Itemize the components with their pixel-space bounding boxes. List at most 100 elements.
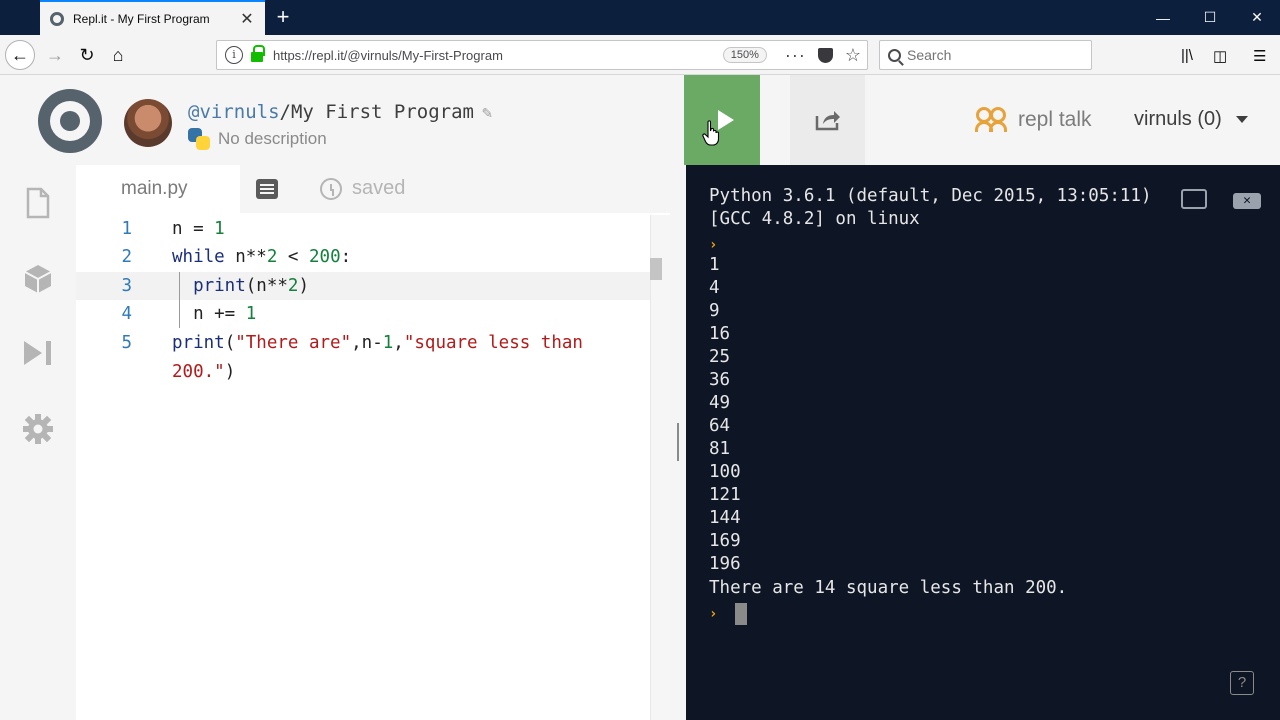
console-output-line: 25: [709, 347, 731, 367]
back-arrow-icon[interactable]: ←: [5, 40, 35, 70]
library-icon[interactable]: ||\: [1181, 47, 1193, 64]
code-line-active[interactable]: 3 print(n**2): [76, 272, 650, 300]
line-number: 4: [121, 304, 132, 324]
code-line-text: while n**2 < 200:: [172, 247, 352, 267]
console-prompt-icon: ›: [709, 606, 718, 622]
avatar[interactable]: [124, 99, 172, 147]
console-banner-line: [GCC 4.8.2] on linux: [709, 209, 920, 229]
reload-icon[interactable]: ↻: [72, 40, 102, 70]
run-button[interactable]: [684, 75, 760, 165]
resize-grip[interactable]: [677, 423, 679, 461]
tab-close-icon[interactable]: ✕: [239, 9, 255, 29]
browser-navbar: ← → ↻ ⌂ i https://repl.it/@virnuls/My-Fi…: [0, 35, 1280, 75]
code-line-text: print(n**2): [193, 276, 310, 296]
tab-title: Repl.it - My First Program: [73, 11, 210, 26]
console-output-line: 1: [709, 255, 720, 275]
line-number: 3: [121, 276, 132, 296]
console-output-line: 49: [709, 393, 731, 413]
home-icon[interactable]: ⌂: [103, 40, 133, 70]
url-text[interactable]: https://repl.it/@virnuls/My-First-Progra…: [273, 48, 723, 63]
console-output-line: 64: [709, 416, 731, 436]
format-icon[interactable]: [256, 179, 278, 199]
console-input-cursor[interactable]: [735, 603, 747, 625]
console-banner-line: Python 3.6.1 (default, Dec 2015, 13:05:1…: [709, 186, 1152, 206]
line-number: 1: [121, 219, 132, 239]
menu-hamburger-icon[interactable]: ☰: [1253, 47, 1266, 65]
pencil-icon[interactable]: ✎: [482, 103, 492, 123]
forward-arrow-icon[interactable]: →: [40, 40, 70, 70]
close-window-icon[interactable]: ✕: [1234, 0, 1280, 35]
repl-logo-icon[interactable]: [38, 89, 102, 153]
share-icon: [815, 111, 840, 131]
share-button[interactable]: [790, 75, 865, 165]
new-tab-button[interactable]: +: [272, 5, 294, 29]
chevron-down-icon: [1235, 116, 1248, 123]
files-icon[interactable]: [22, 187, 54, 219]
code-line[interactable]: 4 n += 1: [76, 300, 650, 328]
code-line-text: n = 1: [172, 219, 225, 239]
file-tab-main-py[interactable]: main.py: [76, 165, 240, 213]
code-line[interactable]: 1 n = 1: [76, 215, 650, 243]
run-icon: [718, 110, 734, 130]
zoom-level-badge[interactable]: 150%: [722, 47, 767, 63]
code-editor-pane: main.py saved 1 n = 1 2 while n**2 < 200…: [76, 165, 670, 720]
left-sidebar: [0, 165, 76, 720]
code-line[interactable]: 2 while n**2 < 200:: [76, 243, 650, 271]
history-icon[interactable]: [320, 177, 342, 200]
repl-talk-icon: [975, 107, 1009, 133]
repl-header: @virnuls/My First Program ✎ No descriptio…: [0, 75, 1280, 165]
console-pane[interactable]: Python 3.6.1 (default, Dec 2015, 13:05:1…: [686, 165, 1280, 720]
page-actions-icon[interactable]: ···: [785, 46, 806, 64]
python-icon: [188, 128, 210, 150]
minimize-window-icon[interactable]: —: [1140, 0, 1186, 35]
repl-talk-link[interactable]: repl talk: [975, 107, 1092, 133]
code-line-text: n += 1: [172, 304, 257, 324]
editor-scrollbar-thumb[interactable]: [650, 258, 662, 280]
project-description: No description: [188, 128, 327, 150]
console-output-line: 16: [709, 324, 731, 344]
console-output-line: 121: [709, 485, 741, 505]
mouse-pointer-hand-icon: [702, 120, 720, 146]
user-menu-dropdown[interactable]: virnuls (0): [1134, 108, 1248, 131]
code-area[interactable]: 1 n = 1 2 while n**2 < 200: 3 print(n**2…: [76, 215, 650, 720]
browser-titlebar: Repl.it - My First Program ✕ + — ☐ ✕: [0, 0, 1280, 35]
sidebar-toggle-icon[interactable]: ◫: [1213, 47, 1227, 65]
console-output-line: There are 14 square less than 200.: [709, 578, 1068, 598]
line-number: 2: [121, 247, 132, 267]
code-line[interactable]: 5 print("There are",n-1,"square less tha…: [76, 329, 650, 357]
line-number: 5: [121, 333, 132, 353]
console-output-line: 4: [709, 278, 720, 298]
site-info-icon[interactable]: i: [225, 46, 243, 64]
url-bar[interactable]: i https://repl.it/@virnuls/My-First-Prog…: [216, 40, 868, 70]
save-status: saved: [320, 177, 405, 200]
pocket-icon[interactable]: [817, 47, 833, 63]
code-line-wrapped[interactable]: 200."): [76, 358, 650, 386]
search-input[interactable]: Search: [879, 40, 1092, 70]
browser-tab-active[interactable]: Repl.it - My First Program ✕: [40, 0, 265, 35]
help-icon[interactable]: ?: [1230, 671, 1254, 695]
indent-guide: [179, 272, 180, 328]
bookmark-star-icon[interactable]: ☆: [845, 45, 861, 66]
project-title: @virnuls/My First Program ✎: [188, 101, 492, 123]
code-line-text: print("There are",n-1,"square less than: [172, 333, 583, 353]
maximize-window-icon[interactable]: ☐: [1187, 0, 1233, 35]
console-output-line: 81: [709, 439, 731, 459]
description-text[interactable]: No description: [218, 129, 327, 149]
console-output-line: 36: [709, 370, 731, 390]
console-output-line: 196: [709, 554, 741, 574]
console-chat-icon[interactable]: [1181, 189, 1207, 209]
pane-resize-handle[interactable]: [670, 165, 686, 720]
console-output-line: 169: [709, 531, 741, 551]
title-separator: /: [279, 101, 291, 123]
settings-icon[interactable]: [22, 413, 54, 445]
console-output-line: 144: [709, 508, 741, 528]
search-placeholder: Search: [907, 47, 952, 63]
project-name[interactable]: My First Program: [291, 101, 474, 123]
debugger-icon[interactable]: [22, 337, 54, 369]
console-clear-icon[interactable]: ✕: [1233, 193, 1261, 209]
user-handle-link[interactable]: @virnuls: [188, 101, 280, 123]
editor-scrollbar[interactable]: [650, 215, 670, 720]
packages-icon[interactable]: [22, 263, 54, 295]
editor-tabbar: main.py saved: [76, 165, 670, 213]
replit-favicon-icon: [50, 11, 64, 26]
